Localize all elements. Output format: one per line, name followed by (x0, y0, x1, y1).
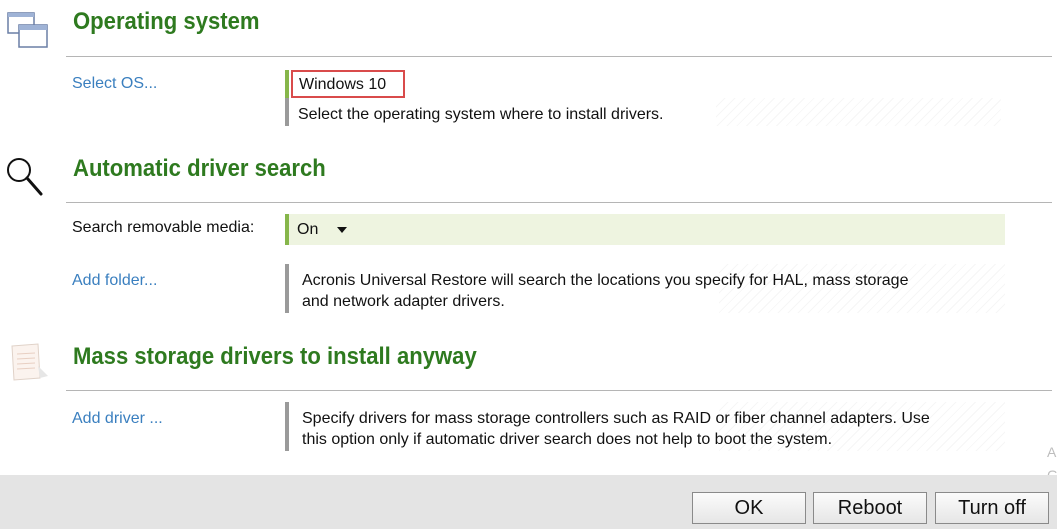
add-driver-link[interactable]: Add driver ... (72, 410, 163, 428)
mass-storage-description-line1: Specify drivers for mass storage control… (302, 410, 930, 427)
os-bar-active (285, 70, 289, 98)
edge-glyph: A (1047, 444, 1057, 460)
document-icon (8, 342, 50, 384)
removable-media-label: Search removable media: (72, 219, 255, 236)
select-os-link[interactable]: Select OS... (72, 75, 157, 93)
turn-off-button[interactable]: Turn off (935, 492, 1049, 524)
chevron-down-icon (337, 227, 347, 233)
section-divider (66, 202, 1052, 203)
auto-search-title: Automatic driver search (73, 155, 326, 182)
auto-search-description-line2: and network adapter drivers. (302, 293, 505, 310)
reboot-button[interactable]: Reboot (813, 492, 927, 524)
mass-storage-description-line2: this option only if automatic driver sea… (302, 431, 833, 448)
removable-media-value: On (297, 221, 319, 238)
os-description: Select the operating system where to ins… (298, 106, 664, 123)
auto-search-description-box: Acronis Universal Restore will search th… (285, 264, 1005, 313)
removable-media-dropdown[interactable]: On (285, 214, 1005, 245)
os-description-box: Select the operating system where to ins… (289, 98, 1001, 126)
add-folder-link[interactable]: Add folder... (72, 272, 157, 290)
ok-button[interactable]: OK (692, 492, 806, 524)
operating-system-title: Operating system (73, 8, 260, 35)
auto-search-description-line1: Acronis Universal Restore will search th… (302, 272, 909, 289)
os-select-value[interactable]: Windows 10 (291, 70, 405, 98)
section-divider (66, 390, 1052, 391)
section-divider (66, 56, 1052, 57)
mass-storage-title: Mass storage drivers to install anyway (73, 343, 477, 370)
windows-icon (7, 12, 49, 52)
mass-storage-description-box: Specify drivers for mass storage control… (285, 402, 1005, 451)
magnifier-icon (5, 156, 45, 198)
